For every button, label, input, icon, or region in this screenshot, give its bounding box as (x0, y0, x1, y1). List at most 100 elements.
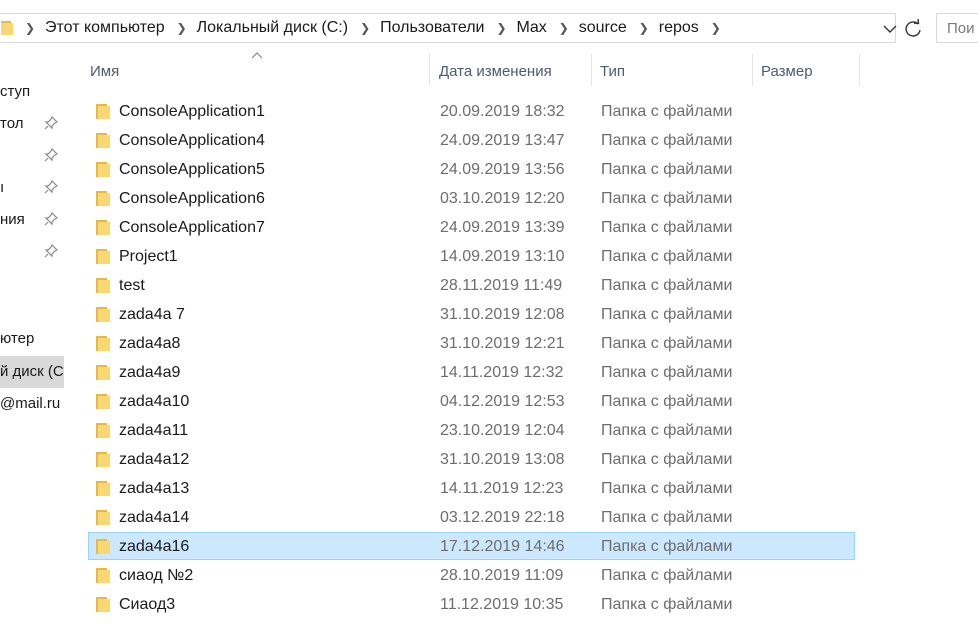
file-date: 31.10.2019 13:08 (440, 451, 565, 468)
nav-item-local-disk[interactable]: й диск (С (0, 356, 64, 388)
folder-icon (96, 249, 110, 264)
file-row[interactable]: test 28.11.2019 11:49 Папка с файлами (88, 271, 855, 299)
folder-icon (96, 539, 110, 554)
file-date: 14.11.2019 12:23 (440, 480, 564, 497)
file-date: 31.10.2019 12:08 (440, 306, 565, 323)
chevron-right-icon[interactable]: ❯ (497, 21, 507, 35)
breadcrumb-users[interactable]: Пользователи (380, 19, 484, 37)
file-row[interactable]: zada4a 7 31.10.2019 12:08 Папка с файлами (88, 300, 855, 328)
pin-icon[interactable] (44, 116, 58, 130)
file-type: Папка с файлами (601, 103, 733, 120)
nav-item-pictures[interactable]: ния (0, 206, 64, 234)
breadcrumb: ❯ Этот компьютер ❯ Локальный диск (C:) ❯… (25, 14, 731, 42)
file-row[interactable]: ConsoleApplication4 24.09.2019 13:47 Папка… (88, 126, 855, 154)
column-divider[interactable] (859, 54, 860, 86)
file-row[interactable]: zada4a16 17.12.2019 14:46 Папка с файлами (88, 532, 855, 560)
column-header-name[interactable]: Имя (89, 58, 429, 86)
file-row[interactable]: zada4a10 04.12.2019 12:53 Папка с файлами (88, 387, 855, 415)
folder-icon (96, 452, 110, 467)
folder-icon (96, 423, 110, 438)
chevron-right-icon[interactable]: ❯ (360, 21, 370, 35)
file-name: ConsoleApplication1 (119, 103, 265, 120)
nav-item-account[interactable]: @mail.ru (0, 390, 64, 418)
pin-icon[interactable] (44, 212, 58, 226)
pin-icon[interactable] (44, 180, 58, 194)
folder-icon (96, 162, 110, 177)
file-row[interactable]: ConsoleApplication7 24.09.2019 13:39 Папка… (88, 213, 855, 241)
folder-icon (96, 133, 110, 148)
file-name: ConsoleApplication5 (119, 161, 265, 178)
file-type: Папка с файлами (601, 538, 733, 555)
column-header-type[interactable]: Тип (592, 58, 752, 86)
breadcrumb-max[interactable]: Max (517, 19, 547, 37)
file-row[interactable]: zada4a14 03.12.2019 22:18 Папка с файлами (88, 503, 855, 531)
pin-icon[interactable] (44, 148, 58, 162)
column-header-date[interactable]: Дата изменения (430, 58, 591, 86)
file-row[interactable]: zada4a12 31.10.2019 13:08 Папка с файлами (88, 445, 855, 473)
file-type: Папка с файлами (601, 509, 733, 526)
file-name: ConsoleApplication4 (119, 132, 265, 149)
nav-item-downloads[interactable] (0, 142, 64, 170)
file-type: Папка с файлами (601, 161, 733, 178)
refresh-icon[interactable] (902, 17, 924, 41)
folder-icon (96, 307, 110, 322)
file-date: 14.09.2019 13:10 (440, 248, 565, 265)
file-type: Папка с файлами (601, 190, 733, 207)
file-type: Папка с файлами (601, 219, 733, 236)
file-row[interactable]: zada4a9 14.11.2019 12:32 Папка с файлами (88, 358, 855, 386)
chevron-right-icon[interactable]: ❯ (177, 21, 187, 35)
file-row[interactable]: ConsoleApplication6 03.10.2019 12:20 Папка… (88, 184, 855, 212)
folder-icon (96, 104, 110, 119)
folder-icon (96, 220, 110, 235)
file-row[interactable]: сиаод №2 28.10.2019 11:09 Папка с файлами (88, 561, 855, 589)
chevron-right-icon[interactable]: ❯ (559, 21, 569, 35)
file-row[interactable]: Project1 14.09.2019 13:10 Папка с файлами (88, 242, 855, 270)
file-name: ConsoleApplication6 (119, 190, 265, 207)
file-row[interactable]: Сиаод3 11.12.2019 10:35 Папка с файлами (88, 590, 855, 618)
file-type: Папка с файлами (601, 393, 733, 410)
column-header-size[interactable]: Размер (753, 58, 859, 86)
file-date: 14.11.2019 12:32 (440, 364, 564, 381)
file-name: zada4a12 (119, 451, 190, 468)
chevron-right-icon[interactable]: ❯ (639, 21, 649, 35)
file-type: Папка с файлами (601, 451, 733, 468)
breadcrumb-local-disk[interactable]: Локальный диск (C:) (197, 19, 348, 37)
file-row[interactable]: ConsoleApplication5 24.09.2019 13:56 Папка… (88, 155, 855, 183)
nav-item-this-pc[interactable]: ютер (0, 325, 64, 353)
file-name: ConsoleApplication7 (119, 219, 265, 236)
nav-item-quick-access[interactable]: ступ (0, 78, 64, 106)
breadcrumb-repos[interactable]: repos (659, 19, 699, 37)
nav-item-pinned[interactable] (0, 238, 64, 266)
pin-icon[interactable] (44, 244, 58, 258)
file-row[interactable]: zada4a13 14.11.2019 12:23 Папка с файлами (88, 474, 855, 502)
chevron-right-icon[interactable]: ❯ (711, 21, 721, 35)
nav-item-documents[interactable]: ı (0, 174, 64, 202)
file-name: zada4a10 (119, 393, 190, 410)
folder-icon (96, 336, 110, 351)
file-name: Project1 (119, 248, 178, 265)
file-name: zada4a14 (119, 509, 190, 526)
chevron-down-icon[interactable] (880, 19, 900, 39)
file-name: zada4a13 (119, 480, 190, 497)
nav-item-desktop[interactable]: тол (0, 110, 64, 138)
file-date: 24.09.2019 13:56 (440, 161, 565, 178)
file-row[interactable]: ConsoleApplication1 20.09.2019 18:32 Папка… (88, 97, 855, 125)
address-bar[interactable]: ❯ Этот компьютер ❯ Локальный диск (C:) ❯… (0, 13, 896, 43)
file-name: zada4a8 (119, 335, 181, 352)
breadcrumb-this-pc[interactable]: Этот компьютер (45, 19, 165, 37)
file-date: 17.12.2019 14:46 (440, 538, 565, 555)
file-name: zada4a9 (119, 364, 181, 381)
file-type: Папка с файлами (601, 335, 733, 352)
address-bar-row: ❯ Этот компьютер ❯ Локальный диск (C:) ❯… (0, 0, 978, 58)
file-row[interactable]: zada4a11 23.10.2019 12:04 Папка с файлами (88, 416, 855, 444)
file-type: Папка с файлами (601, 364, 733, 381)
file-name: zada4a11 (119, 422, 189, 439)
chevron-right-icon[interactable]: ❯ (25, 21, 35, 35)
file-type: Папка с файлами (601, 422, 733, 439)
file-date: 24.09.2019 13:47 (440, 132, 565, 149)
file-date: 28.11.2019 11:49 (440, 277, 563, 294)
file-type: Папка с файлами (601, 248, 733, 265)
file-row[interactable]: zada4a8 31.10.2019 12:21 Папка с файлами (88, 329, 855, 357)
breadcrumb-source[interactable]: source (579, 19, 627, 37)
search-input[interactable]: Пои (936, 13, 978, 43)
